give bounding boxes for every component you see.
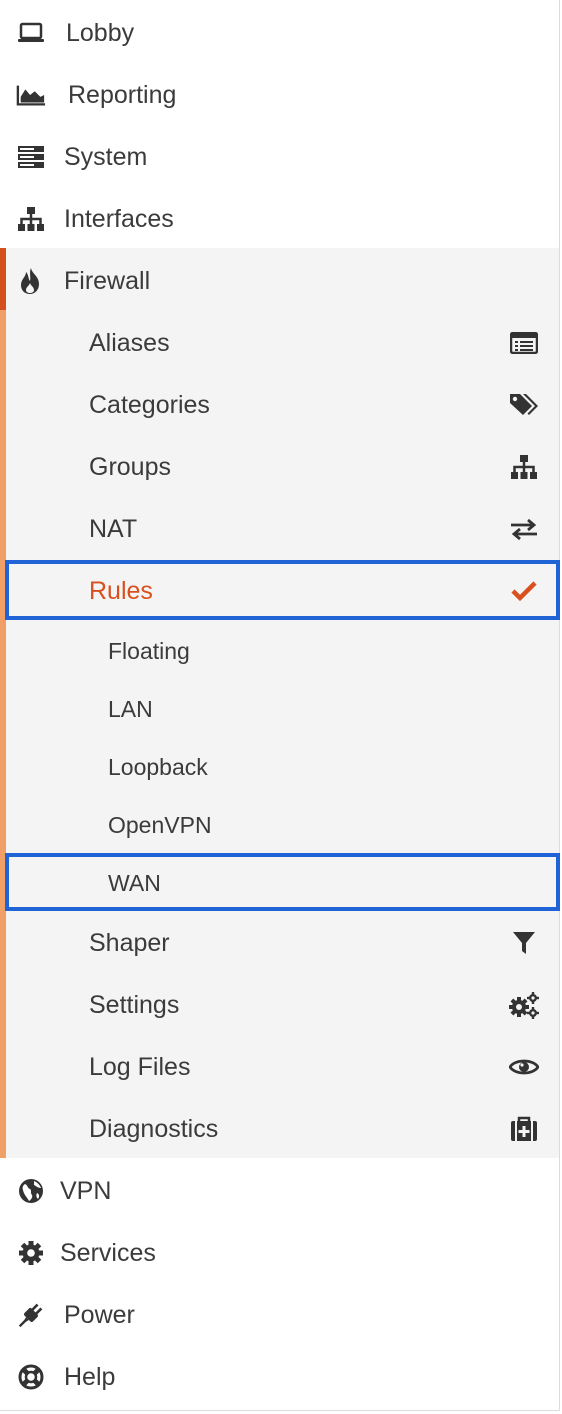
area-chart-icon — [16, 80, 46, 110]
list-alt-icon — [509, 328, 539, 358]
life-ring-icon — [16, 1362, 46, 1392]
menu-label: VPN — [60, 1176, 112, 1205]
submenu-label: Groups — [89, 452, 171, 481]
menu-label: Reporting — [68, 80, 177, 109]
menu-item-reporting[interactable]: Reporting — [0, 64, 559, 126]
submenu-label: Settings — [89, 990, 180, 1019]
fire-icon — [16, 266, 46, 296]
menu-item-vpn[interactable]: VPN — [0, 1160, 559, 1222]
plug-icon — [16, 1300, 46, 1330]
submenu-label: NAT — [89, 514, 138, 543]
rules-label: Loopback — [108, 753, 208, 780]
cogs-icon — [509, 990, 539, 1020]
submenu-item-nat[interactable]: NAT — [0, 498, 559, 560]
submenu-label: Diagnostics — [89, 1114, 219, 1143]
exchange-icon — [509, 514, 539, 544]
menu-item-system[interactable]: System — [0, 126, 559, 188]
submenu-item-shaper[interactable]: Shaper — [0, 912, 559, 974]
rules-item-loopback[interactable]: Loopback — [0, 738, 559, 796]
menu-label: Power — [64, 1300, 135, 1329]
submenu-item-log-files[interactable]: Log Files — [0, 1036, 559, 1098]
rules-item-lan[interactable]: LAN — [0, 680, 559, 738]
submenu-item-aliases[interactable]: Aliases — [0, 312, 559, 374]
sidebar-menu: Lobby Reporting System Interfaces Firewa… — [0, 0, 560, 1411]
cog-icon — [16, 1238, 46, 1268]
rules-item-floating[interactable]: Floating — [0, 622, 559, 680]
check-icon — [509, 576, 539, 606]
rules-label: LAN — [108, 695, 153, 722]
menu-label: Firewall — [64, 266, 151, 295]
menu-label: System — [64, 142, 148, 171]
sitemap-icon — [509, 452, 539, 482]
globe-icon — [16, 1176, 46, 1206]
menu-item-services[interactable]: Services — [0, 1222, 559, 1284]
rules-item-openvpn[interactable]: OpenVPN — [0, 796, 559, 854]
menu-label: Help — [64, 1362, 116, 1391]
menu-label: Lobby — [66, 18, 135, 47]
menu-item-help[interactable]: Help — [0, 1346, 559, 1408]
rules-label: WAN — [108, 869, 161, 896]
submenu-label: Shaper — [89, 928, 170, 957]
sitemap-icon — [16, 204, 46, 234]
rules-label: OpenVPN — [108, 811, 212, 838]
server-icon — [16, 142, 46, 172]
submenu-label: Log Files — [89, 1052, 191, 1081]
menu-item-interfaces[interactable]: Interfaces — [0, 188, 559, 250]
eye-icon — [509, 1052, 539, 1082]
submenu-item-settings[interactable]: Settings — [0, 974, 559, 1036]
menu-item-firewall[interactable]: Firewall — [0, 250, 559, 312]
rules-label: Floating — [108, 637, 190, 664]
menu-label: Services — [60, 1238, 156, 1267]
filter-icon — [509, 928, 539, 958]
submenu-item-rules[interactable]: Rules — [0, 560, 559, 622]
submenu-label: Aliases — [89, 328, 170, 357]
submenu-item-groups[interactable]: Groups — [0, 436, 559, 498]
medkit-icon — [509, 1114, 539, 1144]
rules-item-wan[interactable]: WAN — [0, 854, 559, 912]
submenu-label: Rules — [89, 576, 153, 605]
submenu-item-diagnostics[interactable]: Diagnostics — [0, 1098, 559, 1160]
submenu-label: Categories — [89, 390, 210, 419]
submenu-item-categories[interactable]: Categories — [0, 374, 559, 436]
menu-label: Interfaces — [64, 204, 174, 233]
laptop-icon — [16, 18, 46, 48]
menu-item-lobby[interactable]: Lobby — [0, 2, 559, 64]
menu-item-power[interactable]: Power — [0, 1284, 559, 1346]
tags-icon — [509, 390, 539, 420]
